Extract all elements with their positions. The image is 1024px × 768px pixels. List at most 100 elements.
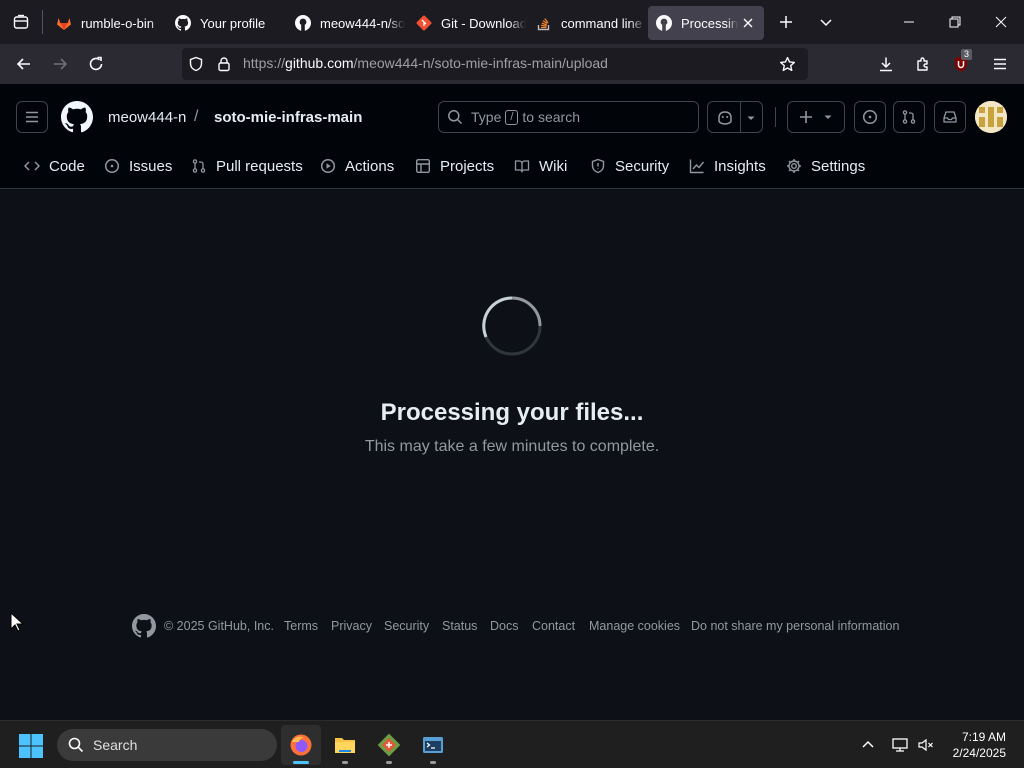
tab-git-downloads[interactable]: Git - Downloads <box>408 6 526 40</box>
clock-time: 7:19 AM <box>961 730 1006 744</box>
copilot-button[interactable] <box>707 101 763 133</box>
minimize-button[interactable] <box>886 0 932 44</box>
taskbar-file-explorer[interactable] <box>325 725 365 765</box>
forward-button[interactable] <box>44 48 76 80</box>
github-header: meow444-n / soto-mie-infras-main Type / … <box>0 84 1024 189</box>
show-hidden-icons-button[interactable] <box>860 737 876 758</box>
running-indicator <box>342 761 348 764</box>
taskbar-clock[interactable]: 7:19 AM 2/24/2025 <box>953 729 1006 761</box>
tab-label: Actions <box>345 157 395 175</box>
search-hint-after: to search <box>522 109 581 125</box>
tab-repository[interactable]: meow444-n/soto-mie-infras-main <box>287 6 405 40</box>
tab-rumble-o-bin[interactable]: rumble-o-bin <box>48 6 166 40</box>
issue-icon <box>862 109 878 125</box>
footer-link-privacy[interactable]: Privacy <box>331 619 372 633</box>
close-window-button[interactable] <box>978 0 1024 44</box>
new-tab-button[interactable] <box>770 0 802 44</box>
footer-link-manage-cookies[interactable]: Manage cookies <box>589 619 680 633</box>
app-menu-button[interactable] <box>984 48 1016 80</box>
tab-label: meow444-n/soto-mie-infras-main <box>320 15 405 31</box>
search-input[interactable]: Type / to search <box>438 101 699 133</box>
repo-name-link[interactable]: soto-mie-infras-main <box>214 109 362 126</box>
footer-link-status[interactable]: Status <box>442 619 477 633</box>
tab-code[interactable]: Code <box>24 148 85 184</box>
reload-icon <box>89 56 103 71</box>
tab-label: Security <box>615 157 670 175</box>
reload-button[interactable] <box>80 48 112 80</box>
tab-settings[interactable]: Settings <box>786 148 865 184</box>
taskbar-search-label: Search <box>93 737 138 753</box>
running-indicator <box>430 761 436 764</box>
create-new-button[interactable] <box>787 101 845 133</box>
inbox-button[interactable] <box>934 101 966 133</box>
graph-icon <box>689 159 705 174</box>
firefox-view-icon <box>13 14 29 29</box>
clock-date: 2/24/2025 <box>952 746 1006 760</box>
network-button[interactable] <box>891 736 909 759</box>
repo-owner-link[interactable]: meow444-n <box>108 109 186 126</box>
tab-command-line[interactable]: command line <box>528 6 646 40</box>
plus-icon <box>800 111 812 123</box>
volume-button[interactable] <box>917 736 935 759</box>
copilot-icon <box>718 111 732 125</box>
tab-issues[interactable]: Issues <box>104 148 172 184</box>
arrow-right-icon <box>54 58 68 70</box>
ublock-extension-button[interactable]: 3 <box>945 48 977 80</box>
windows-taskbar: Search 7:19 AM 2/24/2025 <box>0 720 1024 768</box>
terminal-icon <box>423 737 443 753</box>
tab-your-profile[interactable]: Your profile <box>167 6 285 40</box>
tab-projects[interactable]: Projects <box>415 148 494 184</box>
footer-link-security[interactable]: Security <box>384 619 429 633</box>
firefox-view-button[interactable] <box>0 0 42 44</box>
github-icon <box>656 15 672 31</box>
downloads-button[interactable] <box>870 48 902 80</box>
tab-insights[interactable]: Insights <box>689 148 766 184</box>
taskbar-git-gui[interactable] <box>369 725 409 765</box>
taskbar-firefox[interactable] <box>281 725 321 765</box>
restore-button[interactable] <box>932 0 978 44</box>
footer-link-contact[interactable]: Contact <box>532 619 575 633</box>
table-icon <box>416 159 431 174</box>
tab-processing[interactable]: Processing <box>648 6 764 40</box>
pull-requests-button[interactable] <box>893 101 925 133</box>
tab-label: command line <box>561 15 642 31</box>
url-text[interactable]: https://github.com/meow444-n/soto-mie-in… <box>243 55 608 71</box>
back-button[interactable] <box>8 48 40 80</box>
url-host: github.com <box>285 55 354 71</box>
book-icon <box>514 160 530 173</box>
tracking-protection-icon[interactable] <box>188 56 204 77</box>
lock-icon[interactable] <box>216 56 232 77</box>
footer-link-terms[interactable]: Terms <box>284 619 318 633</box>
issues-button[interactable] <box>854 101 886 133</box>
github-logo-icon[interactable] <box>132 614 156 638</box>
stackoverflow-icon <box>536 15 552 31</box>
tab-security[interactable]: Security <box>590 148 669 184</box>
global-nav-menu-button[interactable] <box>16 101 48 133</box>
issue-icon <box>104 158 120 174</box>
list-all-tabs-button[interactable] <box>810 0 842 44</box>
tab-label: Your profile <box>200 15 266 31</box>
start-button[interactable] <box>18 733 44 764</box>
github-logo-icon[interactable] <box>61 101 94 138</box>
browser-nav-bar: https://github.com/meow444-n/soto-mie-in… <box>0 44 1024 84</box>
url-bar[interactable]: https://github.com/meow444-n/soto-mie-in… <box>182 48 808 80</box>
git-gui-icon <box>377 733 401 757</box>
tab-actions[interactable]: Actions <box>320 148 394 184</box>
header-divider <box>775 107 776 127</box>
bookmark-star-icon[interactable] <box>779 56 796 78</box>
footer-link-docs[interactable]: Docs <box>490 619 518 633</box>
taskbar-search[interactable]: Search <box>57 729 277 761</box>
search-shortcut-key: / <box>505 109 519 125</box>
tab-label: Issues <box>129 157 173 175</box>
minimize-icon <box>904 21 914 23</box>
gitlab-icon <box>56 15 72 31</box>
close-tab-icon[interactable] <box>738 13 758 33</box>
tab-pull-requests[interactable]: Pull requests <box>191 148 303 184</box>
taskbar-terminal[interactable] <box>413 725 453 765</box>
avatar[interactable] <box>975 101 1007 133</box>
tab-label: rumble-o-bin <box>81 15 154 31</box>
tab-wiki[interactable]: Wiki <box>514 148 567 184</box>
tab-label: Code <box>49 157 85 175</box>
footer-link-do-not-share[interactable]: Do not share my personal information <box>691 619 899 633</box>
extensions-button[interactable] <box>907 48 939 80</box>
